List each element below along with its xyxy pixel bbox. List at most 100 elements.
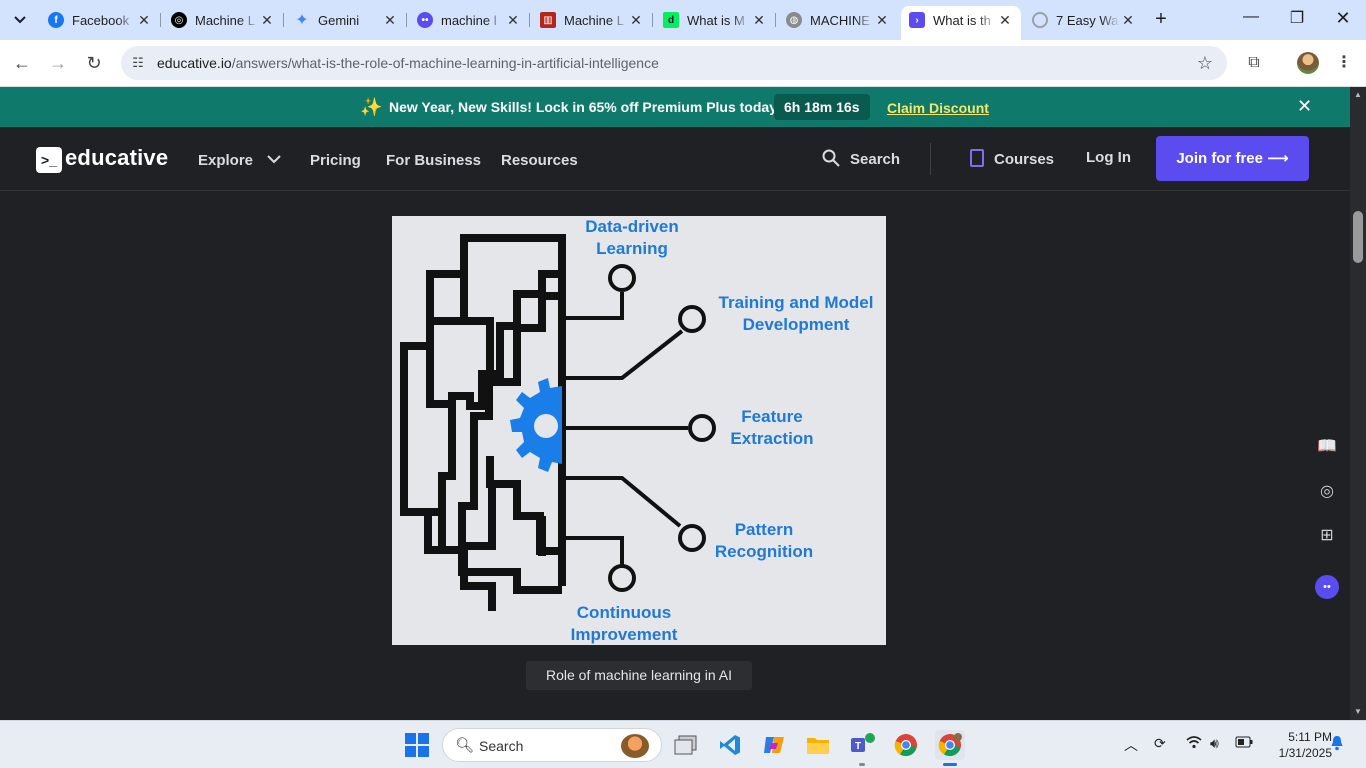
site-header: >_ educative Explore Pricing For Busines…	[0, 127, 1350, 191]
browser-tab[interactable]: ▥ Machine L ✕	[532, 6, 652, 34]
tab-search-button[interactable]	[8, 9, 32, 31]
running-indicator	[859, 763, 865, 766]
battery-icon[interactable]	[1235, 735, 1253, 751]
new-tab-button[interactable]: +	[1150, 8, 1172, 30]
open-book-icon: 📖	[1317, 438, 1337, 455]
search-icon	[822, 149, 840, 167]
browser-tab[interactable]: •• machine l ✕	[409, 6, 529, 34]
notifications-bell-icon[interactable]	[1329, 735, 1345, 754]
scroll-up-icon[interactable]: ▲	[1353, 90, 1363, 100]
datacamp-icon: d	[663, 12, 679, 28]
tab-strip: f Facebook ✕ ◎ Machine L ✕ ✦ Gemini ✕ ••…	[0, 0, 1366, 40]
close-tab-icon[interactable]: ✕	[259, 12, 275, 29]
volume-icon[interactable]: 🔊︎	[1210, 735, 1219, 752]
label-pattern-recognition: Pattern Recognition	[714, 520, 814, 561]
close-tab-icon[interactable]: ✕	[136, 12, 152, 29]
chevron-down-icon	[14, 16, 26, 24]
podcast-icon: ◎	[1320, 483, 1334, 500]
label-training-model-development: Training and Model Development	[718, 293, 874, 334]
task-view-icon[interactable]	[671, 730, 701, 760]
close-tab-icon[interactable]: ✕	[505, 12, 521, 29]
join-for-free-button[interactable]: Join for free ⟶	[1156, 136, 1309, 181]
forward-button[interactable]: →	[46, 51, 70, 75]
nav-resources[interactable]: Resources	[501, 152, 578, 169]
sync-icon[interactable]: ⟳	[1154, 735, 1166, 752]
chatgpt-icon: ◎	[171, 12, 187, 28]
browser-tab-active[interactable]: › What is th ✕	[901, 6, 1021, 40]
audio-button[interactable]: ◎	[1304, 473, 1350, 511]
close-window-button[interactable]: ✕	[1328, 8, 1358, 32]
close-tab-icon[interactable]: ✕	[382, 12, 398, 29]
vscode-icon[interactable]	[715, 730, 745, 760]
figure-caption: Role of machine learning in AI	[526, 661, 752, 690]
reload-button[interactable]: ↻	[82, 51, 106, 75]
promo-timer: 6h 18m 16s	[774, 94, 870, 120]
close-tab-icon[interactable]: ✕	[628, 12, 644, 29]
sparkle-icon: ✨	[360, 97, 383, 117]
file-explorer-icon[interactable]	[803, 730, 833, 760]
chrome-profile-icon[interactable]	[935, 730, 965, 760]
chrome-icon[interactable]	[891, 730, 921, 760]
profile-avatar[interactable]	[1297, 52, 1319, 74]
facebook-icon: f	[48, 12, 64, 28]
site-info-icon[interactable]: ☷	[129, 54, 147, 72]
close-tab-icon[interactable]: ✕	[751, 12, 767, 29]
search-highlight-icon	[621, 734, 649, 758]
browser-tab[interactable]: ✦ Gemini ✕	[286, 6, 406, 34]
claim-discount-link[interactable]: Claim Discount	[887, 100, 989, 116]
close-tab-icon[interactable]: ✕	[1120, 12, 1136, 29]
browser-tab[interactable]: 7 Easy Wa ✕	[1024, 6, 1144, 34]
nav-pricing[interactable]: Pricing	[310, 152, 361, 169]
wifi-icon[interactable]	[1186, 735, 1202, 752]
search-button[interactable]: Search	[822, 149, 900, 168]
close-tab-icon[interactable]: ✕	[997, 12, 1013, 29]
label-feature-extraction: Feature Extraction	[730, 407, 814, 448]
gemini-icon: ✦	[295, 12, 309, 29]
teams-icon[interactable]: T	[847, 730, 877, 760]
header-divider	[930, 143, 931, 175]
show-hidden-icons-chevron-icon[interactable]: ︿	[1124, 735, 1138, 755]
system-clock[interactable]: 5:11 PM 1/31/2025	[1262, 729, 1332, 761]
back-button[interactable]: ←	[10, 51, 34, 75]
educative-icon: ›	[909, 12, 925, 28]
extensions-icon[interactable]: ⧉	[1242, 51, 1266, 75]
close-icon[interactable]: ✕	[1297, 96, 1312, 117]
chrome-menu-icon[interactable]: ⋮	[1332, 51, 1356, 75]
maximize-button[interactable]: ❐	[1282, 8, 1312, 32]
ml-role-diagram: Data-driven Learning Training and Model …	[392, 216, 886, 645]
scroll-down-icon[interactable]: ▼	[1353, 707, 1363, 717]
book-icon	[970, 149, 984, 167]
nav-for-business[interactable]: For Business	[386, 152, 481, 169]
arrow-right-icon: ⟶	[1267, 150, 1289, 167]
courses-button[interactable]: Courses	[970, 149, 1054, 168]
page-scrollbar[interactable]: ▲ ▼	[1350, 87, 1366, 720]
search-icon: 🔍︎	[455, 737, 475, 754]
minimize-button[interactable]: —	[1236, 8, 1266, 32]
ai-assistant-button[interactable]: ••	[1304, 561, 1350, 599]
close-tab-icon[interactable]: ✕	[874, 12, 890, 29]
windows-start-icon[interactable]	[405, 733, 429, 757]
globe-icon: ◍	[786, 12, 802, 28]
browser-tab[interactable]: ◍ MACHINE ✕	[778, 6, 898, 34]
scroll-thumb[interactable]	[1353, 211, 1363, 263]
educative-logo-icon[interactable]: >_	[36, 147, 62, 173]
nav-explore[interactable]: Explore	[198, 152, 281, 169]
browser-tab[interactable]: d What is M ✕	[655, 6, 775, 34]
label-data-driven-learning: Data-driven Learning	[585, 217, 679, 258]
book-reader-button[interactable]: 📖	[1304, 428, 1350, 466]
browser-toolbar: ← → ↻ ☷ educative.io/answers/what-is-the…	[0, 40, 1366, 87]
apps-button[interactable]: ⊞	[1304, 517, 1350, 555]
promo-banner: ✨ New Year, New Skills! Lock in 65% off …	[0, 87, 1366, 127]
browser-tab[interactable]: ◎ Machine L ✕	[163, 6, 283, 34]
promo-text: New Year, New Skills! Lock in 65% off Pr…	[389, 99, 780, 115]
copilot-app-icon[interactable]	[759, 730, 789, 760]
login-button[interactable]: Log In	[1086, 149, 1131, 166]
taskbar-search[interactable]: 🔍︎ Search	[442, 728, 662, 762]
bank-icon: ▥	[540, 12, 556, 28]
bookmark-star-icon[interactable]: ☆	[1197, 53, 1213, 74]
browser-tab[interactable]: f Facebook ✕	[40, 6, 160, 34]
url-text[interactable]: educative.io/answers/what-is-the-role-of…	[157, 55, 659, 71]
logo-text[interactable]: educative	[65, 145, 168, 171]
address-bar[interactable]: ☷ educative.io/answers/what-is-the-role-…	[121, 46, 1227, 80]
article-content: Data-driven Learning Training and Model …	[0, 191, 1350, 720]
